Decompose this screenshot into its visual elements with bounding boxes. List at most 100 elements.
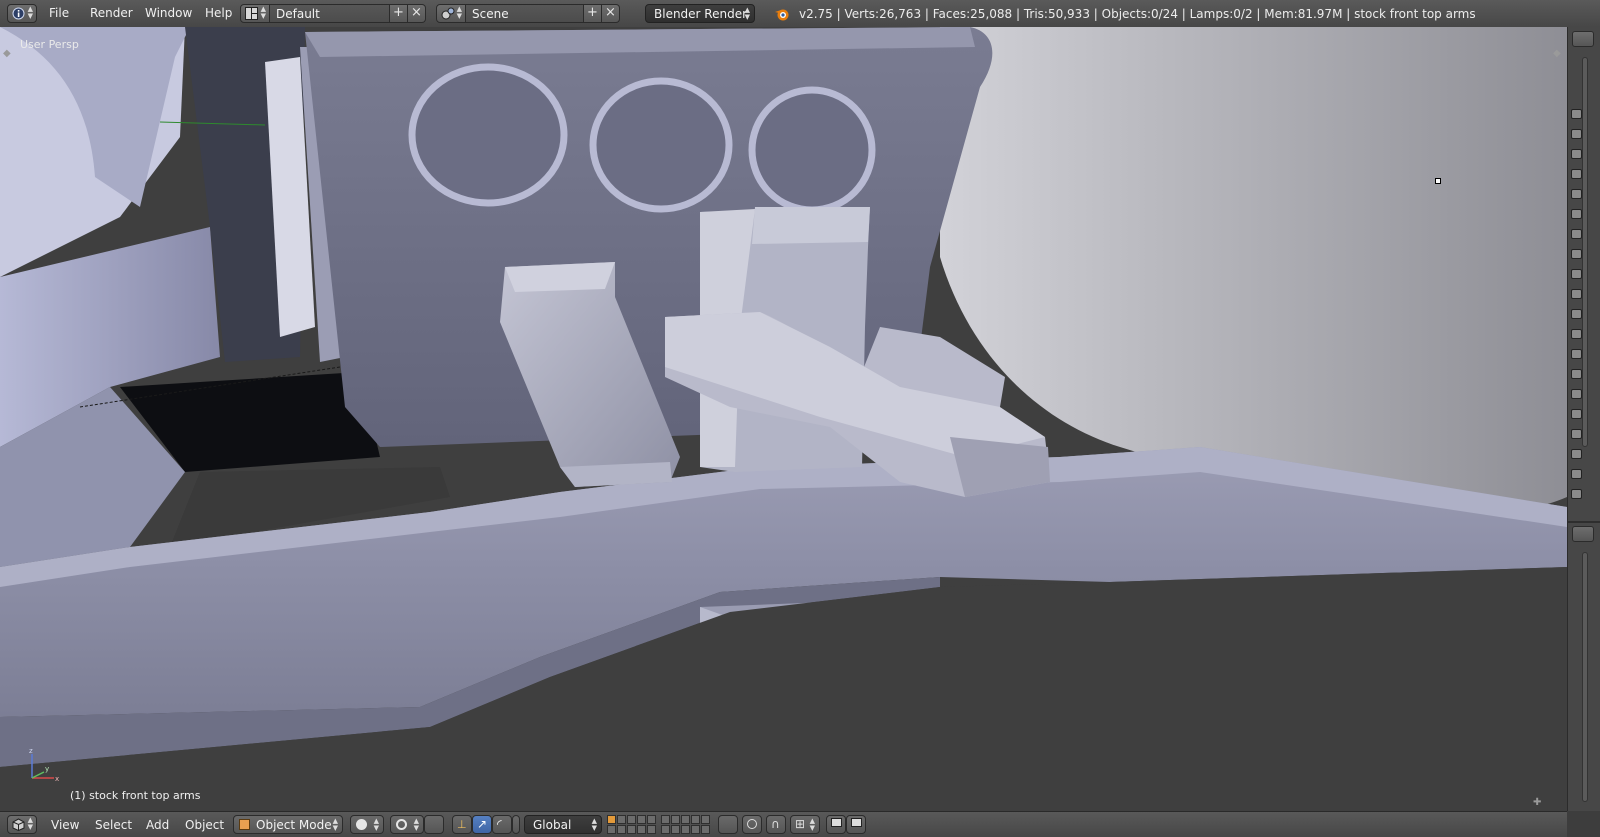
info-header: ▲ ▼ File Render Window Help ▲ ▼ Default + … [0,0,1600,28]
camera-icon[interactable] [1571,469,1582,479]
solid-shading-icon [356,819,367,830]
camera-icon[interactable] [1571,449,1582,459]
area-divider[interactable] [1568,521,1600,523]
scale-manipulator-toggle[interactable] [512,815,520,834]
render-opengl-animation-button[interactable] [846,815,866,834]
render-opengl-image-button[interactable] [826,815,846,834]
scene-statistics: v2.75 | Verts:26,763 | Faces:25,088 | Tr… [799,7,1476,21]
3d-view-icon [12,818,25,831]
magnet-icon: ∩ [771,817,780,831]
chevron-updown-icon: ▲ ▼ [591,817,597,832]
camera-icon[interactable] [1571,409,1582,419]
camera-icon[interactable] [1571,169,1582,179]
pivot-point-icon [396,819,407,830]
transform-orientation-label: Global [533,818,572,832]
camera-icon[interactable] [1571,389,1582,399]
outliner-scrollbar[interactable] [1582,57,1588,447]
render-icon [851,818,862,827]
proportional-editing-button[interactable] [742,815,762,834]
axis-y-label: y [45,765,49,773]
active-object-label: (1) stock front top arms [70,789,201,802]
chevron-updown-icon: ▲ ▼ [27,816,33,831]
outliner-editor-type-button[interactable] [1572,31,1594,47]
render-engine-label: Blender Render [654,7,748,21]
camera-icon[interactable] [1571,349,1582,359]
interaction-mode-label: Object Mode [256,818,332,832]
pivot-point-dropdown[interactable]: ▲ ▼ [390,815,424,834]
render-engine-dropdown[interactable]: Blender Render ▲ ▼ [645,4,755,23]
rotate-icon: ◜ [497,817,502,831]
camera-icon[interactable] [1571,429,1582,439]
chevron-updown-icon: ▲ ▼ [373,817,379,832]
scene-layers-group-1[interactable] [607,815,656,834]
chevron-updown-icon: ▲ ▼ [332,817,338,832]
menu-render[interactable]: Render [90,6,133,20]
area-split-corner-icon[interactable]: ◆ [3,48,11,59]
screen-layout-name-field[interactable]: Default [270,4,390,23]
3d-cursor-icon [1435,178,1441,184]
rotate-manipulator-toggle[interactable]: ◜ [492,815,512,834]
chevron-updown-icon: ▲ ▼ [456,5,462,20]
origins-only-toggle[interactable] [424,815,444,834]
lock-camera-layers-button[interactable] [718,815,738,834]
editor-type-button[interactable]: ▲ ▼ [7,4,37,23]
scene-name-field[interactable]: Scene [466,4,584,23]
camera-icon[interactable] [1571,329,1582,339]
scene-icon [441,7,455,20]
editor-type-button[interactable]: ▲ ▼ [7,815,37,834]
camera-icon[interactable] [1571,229,1582,239]
area-split-corner-icon[interactable]: ◆ [1553,48,1561,59]
camera-icon[interactable] [1571,369,1582,379]
remove-layout-button[interactable]: × [408,4,426,23]
menu-add[interactable]: Add [146,818,169,832]
manipulator-toggle[interactable]: ⊥ [452,815,472,834]
scene-browse-button[interactable]: ▲ ▼ [436,4,466,23]
arrow-icon: ↗ [477,817,488,831]
object-mode-icon [239,819,250,830]
add-scene-button[interactable]: + [584,4,602,23]
chevron-updown-icon: ▲ ▼ [809,817,815,832]
snap-element-dropdown[interactable]: ⊞ ▲ ▼ [790,815,820,834]
add-layout-button[interactable]: + [390,4,408,23]
menu-window[interactable]: Window [145,6,192,20]
interaction-mode-dropdown[interactable]: Object Mode ▲ ▼ [233,815,343,834]
camera-icon[interactable] [1571,109,1582,119]
camera-icon[interactable] [1571,209,1582,219]
camera-icon[interactable] [1571,129,1582,139]
screen-layout-browse-button[interactable]: ▲ ▼ [240,4,270,23]
transform-orientation-dropdown[interactable]: Global ▲ ▼ [524,815,602,834]
camera-icon[interactable] [1571,189,1582,199]
menu-select[interactable]: Select [95,818,132,832]
camera-icon[interactable] [1571,309,1582,319]
camera-icon[interactable] [1571,269,1582,279]
axis-x-label: x [55,775,59,783]
camera-icon [831,818,842,827]
screen-layout-icon [245,7,258,20]
camera-icon[interactable] [1571,249,1582,259]
plate-holes [408,63,876,214]
camera-icon[interactable] [1571,489,1582,499]
menu-view[interactable]: View [51,818,79,832]
right-editor-strip [1567,27,1600,811]
camera-icon[interactable] [1571,289,1582,299]
view-perspective-label: User Persp [20,38,79,51]
scene-layers-group-2[interactable] [661,815,710,834]
viewport-shading-dropdown[interactable]: ▲ ▼ [350,815,384,834]
area-split-corner-icon[interactable]: ✚ [1533,797,1541,808]
chevron-updown-icon: ▲ ▼ [260,5,266,20]
remove-scene-button[interactable]: × [602,4,620,23]
manipulator-icon: ⊥ [457,818,467,831]
menu-help[interactable]: Help [205,6,232,20]
properties-editor-type-button[interactable] [1572,526,1594,542]
camera-icon[interactable] [1571,149,1582,159]
snap-toggle[interactable]: ∩ [766,815,786,834]
translate-manipulator-toggle[interactable]: ↗ [472,815,492,834]
3d-view-header: ▲ ▼ View Select Add Object Object Mode ▲ ▼… [0,811,1567,837]
menu-file[interactable]: File [49,6,69,20]
menu-object[interactable]: Object [185,818,224,832]
proportional-edit-icon [747,819,757,829]
viewport-scene-render [0,27,1567,811]
properties-scrollbar[interactable] [1582,552,1588,802]
blender-logo-icon [775,9,789,21]
3d-viewport[interactable]: User Persp z x y (1) stock front top arm… [0,27,1567,811]
